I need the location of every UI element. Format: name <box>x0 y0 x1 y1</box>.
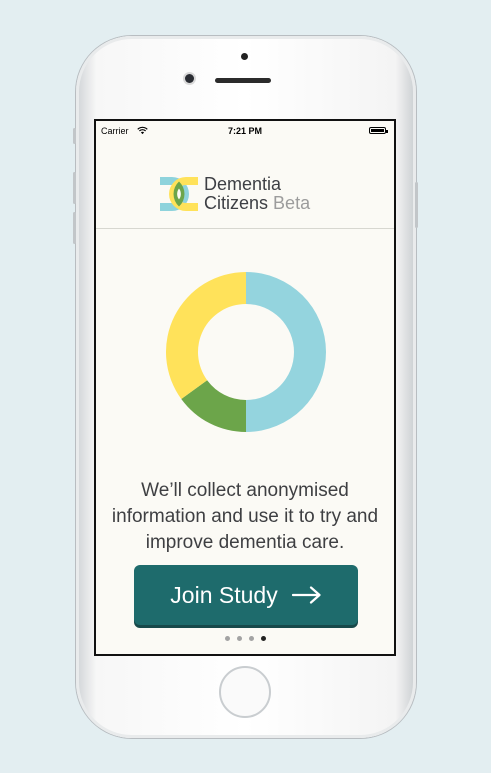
arrow-right-icon <box>291 586 321 604</box>
battery-icon <box>369 127 388 134</box>
front-camera <box>185 74 194 83</box>
logo-line-1: Dementia <box>204 174 282 194</box>
dementia-citizens-logo-icon <box>160 177 198 211</box>
power-button <box>415 182 418 228</box>
donut-slice-1 <box>246 272 326 432</box>
mute-switch <box>73 128 76 144</box>
status-bar: Carrier 7:21 PM <box>96 121 394 141</box>
page-dot-2[interactable] <box>236 636 242 641</box>
proximity-sensor <box>241 53 248 60</box>
logo-citizens: Citizens <box>204 193 269 213</box>
volume-up-button <box>73 172 76 204</box>
app-screen: Carrier 7:21 PM Dementia Citizens Beta W… <box>94 119 396 656</box>
logo-line-2: Citizens Beta <box>204 194 310 213</box>
home-button[interactable] <box>219 666 271 718</box>
app-header: Dementia Citizens Beta <box>96 141 394 229</box>
join-study-button[interactable]: Join Study <box>134 565 358 625</box>
status-time: 7:21 PM <box>227 126 262 136</box>
onboarding-message: We’ll collect anonymised information and… <box>111 480 379 553</box>
page-dot-1[interactable] <box>224 636 230 641</box>
page-dot-3[interactable] <box>248 636 254 641</box>
beta-label: Beta <box>273 193 311 213</box>
volume-down-button <box>73 212 76 244</box>
earpiece-speaker <box>215 78 271 83</box>
page-dot-4[interactable] <box>260 636 266 641</box>
donut-chart <box>166 272 326 432</box>
page-indicator[interactable] <box>96 636 394 641</box>
donut-slice-3 <box>166 272 246 400</box>
join-study-label: Join Study <box>170 581 278 608</box>
logo-wordmark: Dementia Citizens Beta <box>204 175 310 213</box>
